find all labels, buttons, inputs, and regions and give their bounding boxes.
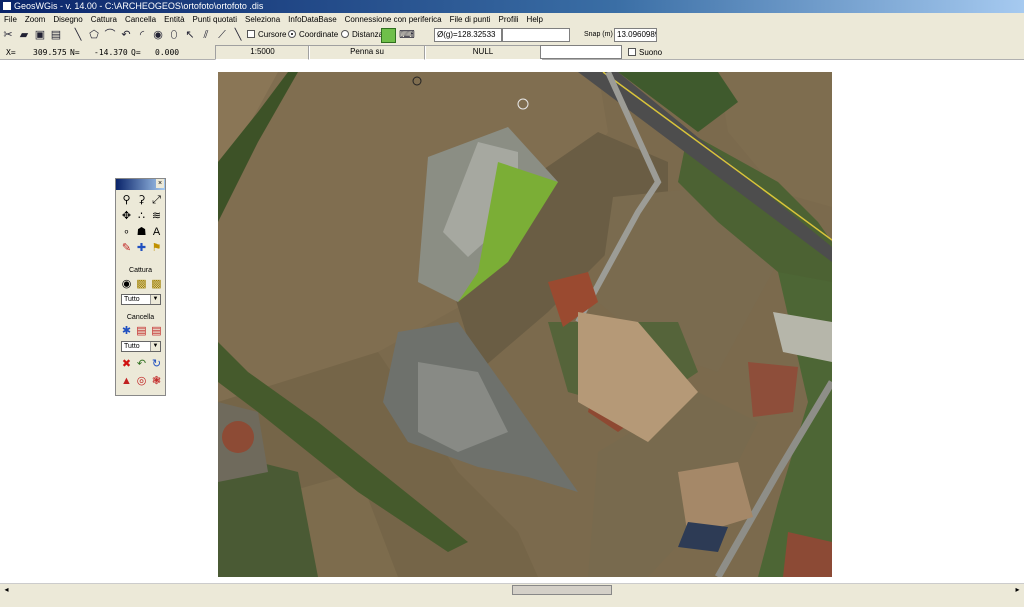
cancella-select-value: Tutto bbox=[124, 343, 140, 350]
capture-all-icon[interactable]: ▩ bbox=[150, 278, 163, 291]
menu-infodatabase[interactable]: InfoDataBase bbox=[284, 13, 340, 27]
zoom-window-icon[interactable]: ⚳ bbox=[135, 194, 148, 207]
target-icon[interactable]: ◎ bbox=[135, 375, 148, 388]
layers-icon[interactable]: ≋ bbox=[150, 210, 163, 223]
menu-profili[interactable]: Profili bbox=[495, 13, 523, 27]
capture-icon[interactable]: ▩ bbox=[135, 278, 148, 291]
tools-icon[interactable]: ✂ bbox=[1, 28, 15, 42]
palette-close-button[interactable]: × bbox=[156, 179, 164, 188]
pencil-icon[interactable]: ✎ bbox=[120, 242, 133, 255]
q-coord-label: Q= bbox=[131, 48, 141, 57]
cattura-select-value: Tutto bbox=[124, 296, 140, 303]
snap-input[interactable]: 13.0960989... bbox=[614, 28, 657, 42]
print-icon[interactable]: ▤ bbox=[49, 28, 63, 42]
menu-zoom[interactable]: Zoom bbox=[21, 13, 49, 27]
status-input[interactable] bbox=[540, 45, 622, 59]
pen-status: Penna su bbox=[308, 45, 426, 60]
app-icon bbox=[3, 2, 11, 10]
cattura-label: Cattura bbox=[129, 267, 152, 274]
fill-icon[interactable]: ☗ bbox=[135, 226, 148, 239]
polygon-tool-icon[interactable]: ⬠ bbox=[87, 28, 101, 42]
coordinate-label: Coordinate bbox=[299, 30, 339, 39]
zoom-icon[interactable]: ⚲ bbox=[120, 194, 133, 207]
cursore-checkbox[interactable] bbox=[247, 30, 255, 38]
status-bar: X= 309.575 N= -14.370 Q= 0.000 1:5000 Pe… bbox=[0, 44, 1024, 60]
refresh-icon[interactable]: ↻ bbox=[150, 358, 163, 371]
delete-window-icon[interactable]: ▤ bbox=[135, 325, 148, 338]
pan-icon[interactable]: ✥ bbox=[120, 210, 133, 223]
menu-entita[interactable]: Entità bbox=[160, 13, 188, 27]
scrollbar-thumb[interactable] bbox=[512, 585, 612, 595]
suono-label: Suono bbox=[639, 48, 663, 57]
layer-color-icon[interactable] bbox=[381, 28, 396, 43]
snap-label: Snap (m) bbox=[584, 31, 613, 38]
flag-icon[interactable]: ⚑ bbox=[150, 242, 163, 255]
arc-draw-icon[interactable]: ◜ bbox=[135, 28, 149, 42]
menu-connessione[interactable]: Connessione con periferica bbox=[341, 13, 446, 27]
distanza-radio[interactable] bbox=[341, 30, 349, 38]
chevron-down-icon: ▼ bbox=[150, 342, 160, 351]
menu-file-di-punti[interactable]: File di punti bbox=[446, 13, 495, 27]
delete-select-icon[interactable]: ✱ bbox=[120, 325, 133, 338]
cursore-label: Cursore bbox=[258, 30, 287, 39]
n-coord-value: -14.370 bbox=[94, 48, 128, 57]
angle-field[interactable]: Ø(g)=128.32533 bbox=[434, 28, 502, 42]
cancella-select[interactable]: Tutto ▼ bbox=[121, 341, 161, 352]
eye-icon[interactable]: ◉ bbox=[120, 278, 133, 291]
ortophoto-map bbox=[218, 72, 832, 577]
x-coord-label: X= bbox=[6, 48, 16, 57]
slash-tool-icon[interactable]: ╲ bbox=[231, 28, 245, 42]
scroll-left-icon[interactable]: ◂ bbox=[1, 585, 12, 595]
suono-checkbox[interactable] bbox=[628, 48, 636, 56]
cattura-select[interactable]: Tutto ▼ bbox=[121, 294, 161, 305]
curve-tool-icon[interactable]: ↶ bbox=[119, 28, 133, 42]
open-folder-icon[interactable]: ▰ bbox=[17, 28, 31, 42]
triangle-icon[interactable]: ▲ bbox=[120, 375, 133, 388]
map-canvas[interactable] bbox=[218, 72, 832, 577]
menu-file[interactable]: File bbox=[0, 13, 21, 27]
menu-cancella[interactable]: Cancella bbox=[121, 13, 160, 27]
keyboard-icon[interactable]: ⌨ bbox=[399, 28, 415, 42]
title-bar: GeosWGis - v. 14.00 - C:\ARCHEOGEOS\orto… bbox=[0, 0, 1024, 13]
x-coord-value: 309.575 bbox=[33, 48, 67, 57]
chevron-down-icon: ▼ bbox=[150, 295, 160, 304]
stamp-icon[interactable]: ❃ bbox=[150, 375, 163, 388]
null-status: NULL bbox=[424, 45, 542, 60]
menu-punti-quotati[interactable]: Punti quotati bbox=[189, 13, 241, 27]
text-icon[interactable]: A bbox=[150, 226, 163, 239]
snap-points-icon[interactable]: ∴ bbox=[135, 210, 148, 223]
cancella-label: Cancella bbox=[126, 314, 155, 321]
angle-lines-icon[interactable]: ⟋ bbox=[215, 28, 229, 42]
menu-seleziona[interactable]: Seleziona bbox=[241, 13, 284, 27]
tool-palette: × ⚲ ⚳ ⤢ ✥ ∴ ≋ ∘ ☗ A ✎ ✚ ⚑ Cattura ◉ ▩ ▩ … bbox=[115, 178, 166, 396]
horizontal-scrollbar[interactable]: ◂ ▸ bbox=[0, 583, 1024, 596]
coordinate-radio[interactable] bbox=[288, 30, 296, 38]
scroll-right-icon[interactable]: ▸ bbox=[1012, 585, 1023, 595]
distanza-label: Distanza bbox=[352, 30, 384, 39]
menu-cattura[interactable]: Cattura bbox=[87, 13, 121, 27]
menu-help[interactable]: Help bbox=[523, 13, 547, 27]
arc-tool-icon[interactable]: ⌒ bbox=[103, 28, 117, 42]
q-coord-value: 0.000 bbox=[155, 48, 180, 57]
delete-icon[interactable]: ✖ bbox=[120, 358, 133, 371]
line-tool-icon[interactable]: ╲ bbox=[71, 28, 85, 42]
cross-icon[interactable]: ✚ bbox=[135, 242, 148, 255]
undo-icon[interactable]: ↶ bbox=[135, 358, 148, 371]
node-icon[interactable]: ∘ bbox=[120, 226, 133, 239]
menu-disegno[interactable]: Disegno bbox=[49, 13, 86, 27]
toolbar: ✂ ▰ ▣ ▤ ╲ ⬠ ⌒ ↶ ◜ ◉ ⬯ ↖ ⫽ ⟋ ╲ Cursore Co… bbox=[0, 27, 1024, 44]
bottom-strip bbox=[0, 596, 1024, 607]
save-icon[interactable]: ▣ bbox=[33, 28, 47, 42]
angle-input[interactable] bbox=[502, 28, 570, 42]
zoom-extents-icon[interactable]: ⤢ bbox=[150, 194, 163, 207]
parallel-lines-icon[interactable]: ⫽ bbox=[199, 28, 213, 42]
circle-tool-icon[interactable]: ◉ bbox=[151, 28, 165, 42]
scale-display: 1:5000 bbox=[215, 45, 310, 60]
window-title: GeosWGis - v. 14.00 - C:\ARCHEOGEOS\orto… bbox=[14, 1, 264, 11]
n-coord-label: N= bbox=[70, 48, 80, 57]
arrow-tool-icon[interactable]: ↖ bbox=[183, 28, 197, 42]
ellipse-tool-icon[interactable]: ⬯ bbox=[167, 28, 181, 42]
delete-all-icon[interactable]: ▤ bbox=[150, 325, 163, 338]
menu-bar: File Zoom Disegno Cattura Cancella Entità Punt… bbox=[0, 13, 1024, 27]
